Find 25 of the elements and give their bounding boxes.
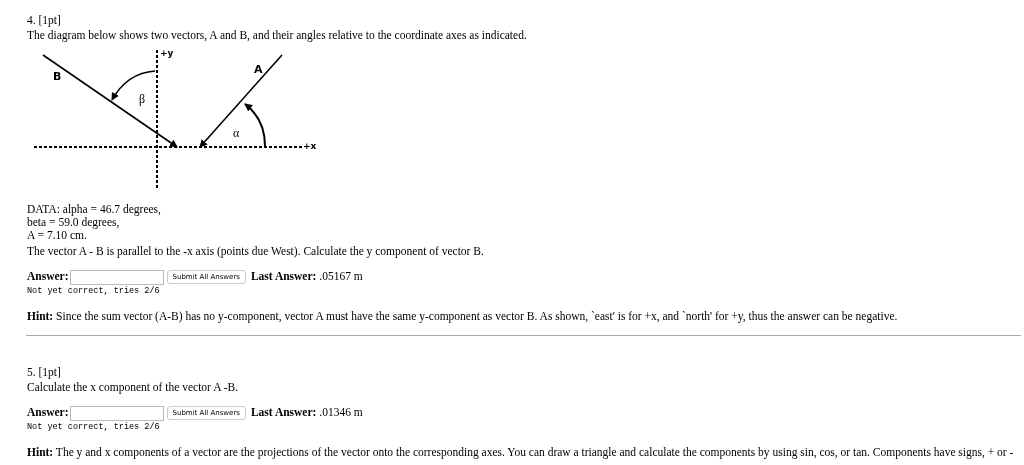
hint-text: Hint: The y and x components of a vector are the projections of the vector onto the corresponding axes. You can draw a triangle and calculate the components by using sin, cos, or tan. Components have signs, + or - <box>27 445 1015 459</box>
status-message: Not yet correct, tries 2/6 <box>27 285 161 297</box>
last-answer: Last Answer: .05167 m <box>250 269 363 285</box>
axis-label: +x <box>303 141 317 151</box>
question-text: The diagram below shows two vectors, A and B, and their angles relative to the coordinate axes as indicated. <box>27 28 528 43</box>
question-text: The vector A - B is parallel to the -x axis (points due West). Calculate the y component of vector B. <box>27 244 485 259</box>
angle-label: β <box>139 92 146 106</box>
answer-field[interactable] <box>69 269 164 285</box>
axis-label: +y <box>160 48 174 58</box>
angle-label: α <box>233 126 240 140</box>
data-line: beta = 59.0 degrees, <box>27 216 121 229</box>
answer-field[interactable] <box>69 405 164 421</box>
question-text: Calculate the x component of the vector A -B. <box>27 380 240 395</box>
answer-label: Answer: <box>27 405 69 421</box>
vector-label: B <box>53 70 62 83</box>
hint-text: Hint: Since the sum vector (A-B) has no y-component, vector A must have the same y-component as vector B. As shown, `east' is for +x, and `north' for +y, thus the answer can be negative. <box>27 309 899 323</box>
data-line: A = 7.10 cm. <box>27 229 88 242</box>
answer-label: Answer: <box>27 269 69 285</box>
question-number: 5. [1pt] <box>27 365 62 380</box>
last-answer: Last Answer: .01346 m <box>250 405 363 421</box>
question-number: 4. [1pt] <box>27 13 62 28</box>
status-message: Not yet correct, tries 2/6 <box>27 421 161 433</box>
vector-label: A <box>254 63 263 76</box>
alpha-arc-arrow <box>244 103 266 147</box>
data-line: DATA: alpha = 46.7 degrees, <box>27 203 162 216</box>
